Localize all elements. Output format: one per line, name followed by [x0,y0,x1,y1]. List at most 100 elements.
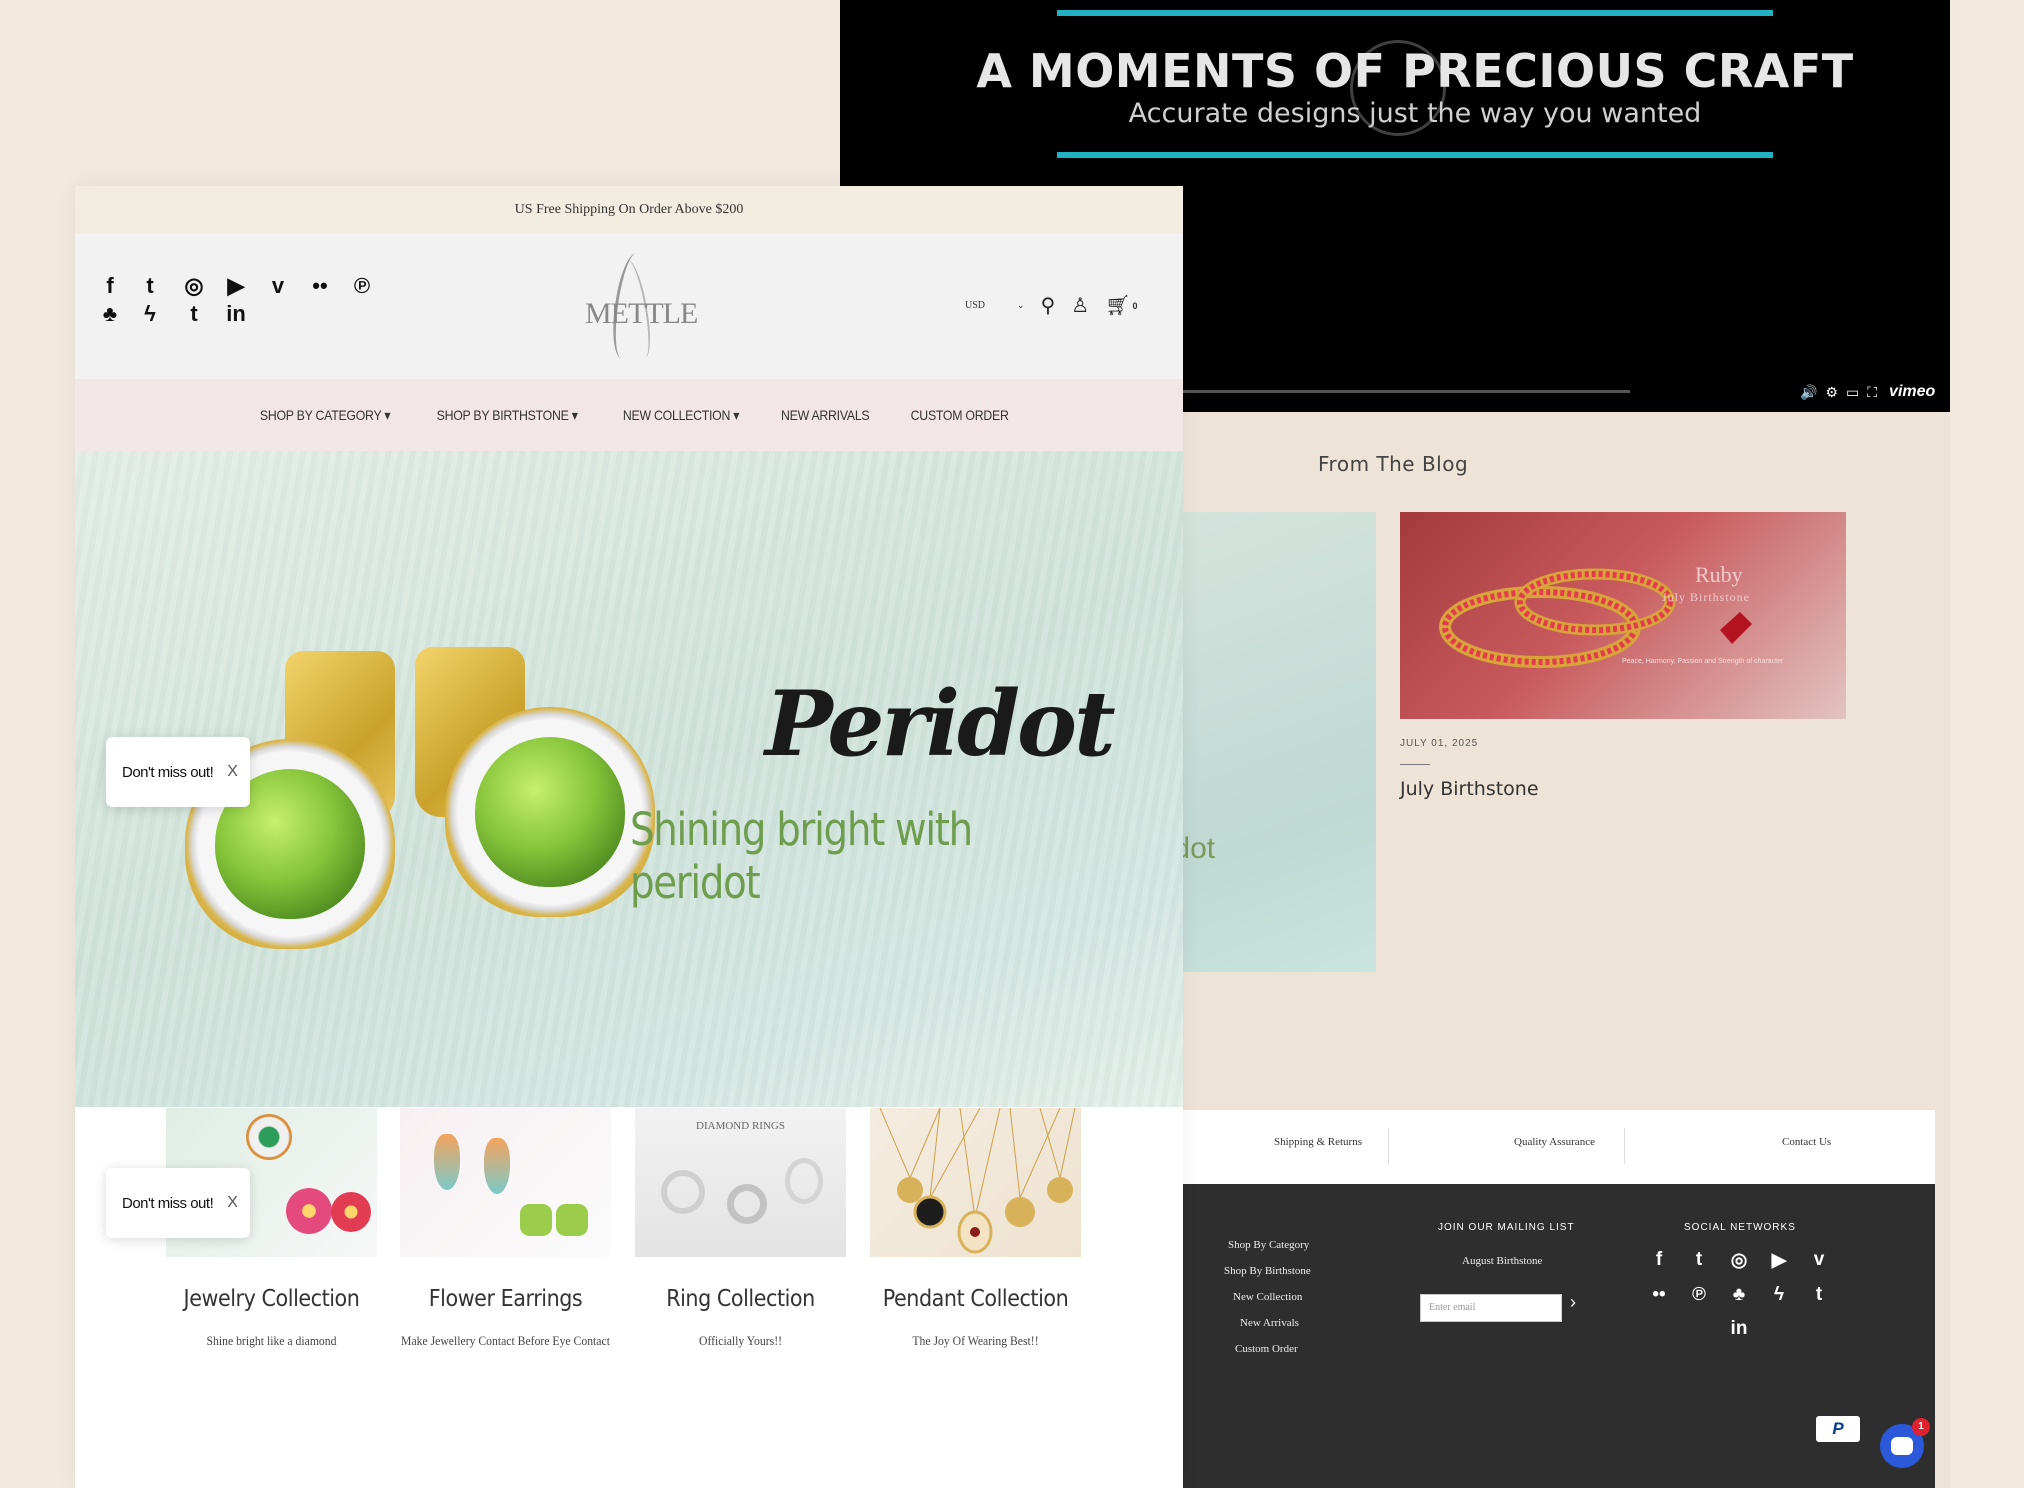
footer-menu-item[interactable]: Shop By Birthstone [1224,1265,1311,1277]
card-image [870,1108,1081,1257]
currency-select[interactable]: USD [965,300,985,311]
vimeo-icon[interactable]: v [265,273,291,299]
card-title: Flower Earrings [428,1286,583,1312]
account-icon[interactable]: ♙ [1071,293,1089,318]
header-utilities: USD ⌄ ⚲ ♙ 🛒︎ 0 [965,293,1138,318]
email-input[interactable]: Enter email [1420,1294,1562,1322]
footer-menu-item[interactable]: New Arrivals [1240,1317,1299,1329]
nav-custom-order[interactable]: CUSTOM ORDER [911,407,1009,423]
video-bottom-rule [1057,152,1773,158]
volume-icon[interactable]: 🔊 [1800,384,1817,401]
hero-title: Peridot [765,671,1116,777]
settings-icon[interactable]: ⚙ [1825,384,1838,401]
cart-icon[interactable]: 🛒︎ [1105,293,1130,318]
mailing-list-heading: JOIN OUR MAILING LIST [1438,1222,1575,1233]
nav-shop-by-birthstone[interactable]: SHOP BY BIRTHSTONE ▾ [437,407,578,424]
card-title: Jewelry Collection [183,1286,360,1312]
ruby-rings-illustration [1439,568,1752,668]
card-description: The Joy Of Wearing Best!! [912,1333,1039,1348]
pip-icon[interactable]: ▭ [1846,384,1859,401]
pendant-illustration [879,1108,1076,1254]
footer-link-divider [1624,1128,1625,1164]
instagram-icon[interactable]: ◎ [181,273,207,299]
close-icon[interactable]: X [227,763,238,781]
social-heading: SOCIAL NETWORKS [1684,1222,1796,1233]
footer-menu-item[interactable]: Custom Order [1235,1343,1298,1355]
card-description: Shine bright like a diamond [206,1333,337,1348]
blog-image-ruby[interactable]: Ruby July Birthstone Peace, Harmony, Pas… [1400,512,1846,719]
bolt-icon[interactable]: ϟ [137,301,163,327]
popup-label: Don't miss out! [122,763,214,781]
bolt-icon[interactable]: ϟ [1768,1284,1790,1306]
site-logo[interactable]: METTLE [575,251,698,363]
card-description: Officially Yours!! [699,1333,782,1348]
main-nav: SHOP BY CATEGORY ▾ SHOP BY BIRTHSTONE ▾ … [75,379,1183,451]
pinterest-icon[interactable]: ℗ [349,273,375,299]
dont-miss-out-popup[interactable]: Don't miss out! X [106,1168,250,1238]
facebook-icon[interactable]: f [97,273,123,299]
dont-miss-out-popup[interactable]: Don't miss out! X [106,737,250,807]
hero-subtitle: Shining bright with peridot [630,803,973,909]
pinterest-icon[interactable]: ℗ [1688,1284,1710,1306]
blog-heading: From The Blog [1318,452,1469,476]
tumblr-icon[interactable]: t [1808,1284,1830,1306]
ruby-description: Peace, Harmony, Passion and Strength of … [1622,658,1784,665]
vimeo-logo[interactable]: vimeo [1889,383,1935,401]
ruby-title: Ruby [1695,562,1743,587]
hero-banner[interactable]: Peridot Shining bright with peridot Don'… [75,451,1183,1107]
nav-new-collection[interactable]: NEW COLLECTION ▾ [623,407,740,424]
footer-link-contact[interactable]: Contact Us [1782,1136,1831,1148]
twitter-icon[interactable]: t [1688,1249,1710,1271]
footer-menu-item[interactable]: Shop By Category [1228,1239,1309,1251]
chat-button[interactable]: 1 [1880,1418,1930,1468]
chat-icon [1891,1437,1913,1455]
footer-link-shipping[interactable]: Shipping & Returns [1274,1136,1362,1148]
card-title: Ring Collection [666,1286,815,1312]
chat-badge: 1 [1912,1418,1930,1436]
blog-post-date: JULY 01, 2025 [1400,738,1479,749]
nav-new-arrivals[interactable]: NEW ARRIVALS [781,407,870,423]
card-flower-earrings[interactable]: Flower Earrings Make Jewellery Contact B… [400,1108,611,1348]
youtube-icon[interactable]: ▶ [223,273,249,299]
blog-divider [1400,764,1430,765]
linkedin-icon[interactable]: in [223,301,249,327]
canvas: A MOMENTS OF PRECIOUS CRAFT Accurate des… [0,0,2024,1488]
footer-link-quality[interactable]: Quality Assurance [1514,1136,1595,1148]
paypal-icon: P [1816,1416,1860,1442]
video-controls: 🔊 ⚙ ▭ ⛶ vimeo [1800,383,1935,401]
video-subtitle: Accurate designs just the way you wanted [1128,98,1702,129]
facebook-icon[interactable]: f [1648,1249,1670,1271]
nav-shop-by-category[interactable]: SHOP BY CATEGORY ▾ [260,407,391,424]
search-icon[interactable]: ⚲ [1041,293,1056,318]
site-header: f t ◎ ▶ v •• ℗ ♣ ϟ t in METTLE USD ⌄ ⚲ ♙… [75,233,1183,379]
flickr-icon[interactable]: •• [1648,1284,1670,1306]
card-title: Pendant Collection [882,1286,1069,1312]
subscribe-arrow-icon[interactable]: › [1570,1292,1576,1313]
cart-count: 0 [1132,300,1138,311]
tumblr-icon[interactable]: t [181,301,207,327]
chevron-down-icon[interactable]: ⌄ [1017,300,1025,311]
fullscreen-icon[interactable]: ⛶ [1867,384,1877,401]
card-image [400,1108,611,1257]
mailing-link[interactable]: August Birthstone [1462,1255,1542,1267]
popup-label: Don't miss out! [122,1194,214,1212]
card-description: Make Jewellery Contact Before Eye Contac… [401,1333,610,1348]
video-top-rule [1057,10,1773,16]
snapchat-icon[interactable]: ♣ [1728,1284,1750,1306]
instagram-icon[interactable]: ◎ [1728,1249,1750,1271]
vimeo-icon[interactable]: v [1808,1249,1830,1271]
announcement-bar: US Free Shipping On Order Above $200 [75,186,1183,233]
ruby-subtitle: July Birthstone [1662,590,1751,604]
twitter-icon[interactable]: t [137,273,163,299]
blog-post-title[interactable]: July Birthstone [1400,778,1539,800]
footer-link-divider [1388,1128,1389,1164]
linkedin-icon[interactable]: in [1728,1318,1750,1340]
footer-menu-item[interactable]: New Collection [1233,1291,1302,1303]
close-icon[interactable]: X [227,1194,238,1212]
card-ring-collection[interactable]: DIAMOND RINGS Ring Collection Officially… [635,1108,846,1348]
snapchat-icon[interactable]: ♣ [97,301,123,327]
video-progress-bar[interactable] [1180,390,1630,393]
youtube-icon[interactable]: ▶ [1768,1249,1790,1271]
card-pendant-collection[interactable]: Pendant Collection The Joy Of Wearing Be… [870,1108,1081,1348]
flickr-icon[interactable]: •• [307,273,333,299]
